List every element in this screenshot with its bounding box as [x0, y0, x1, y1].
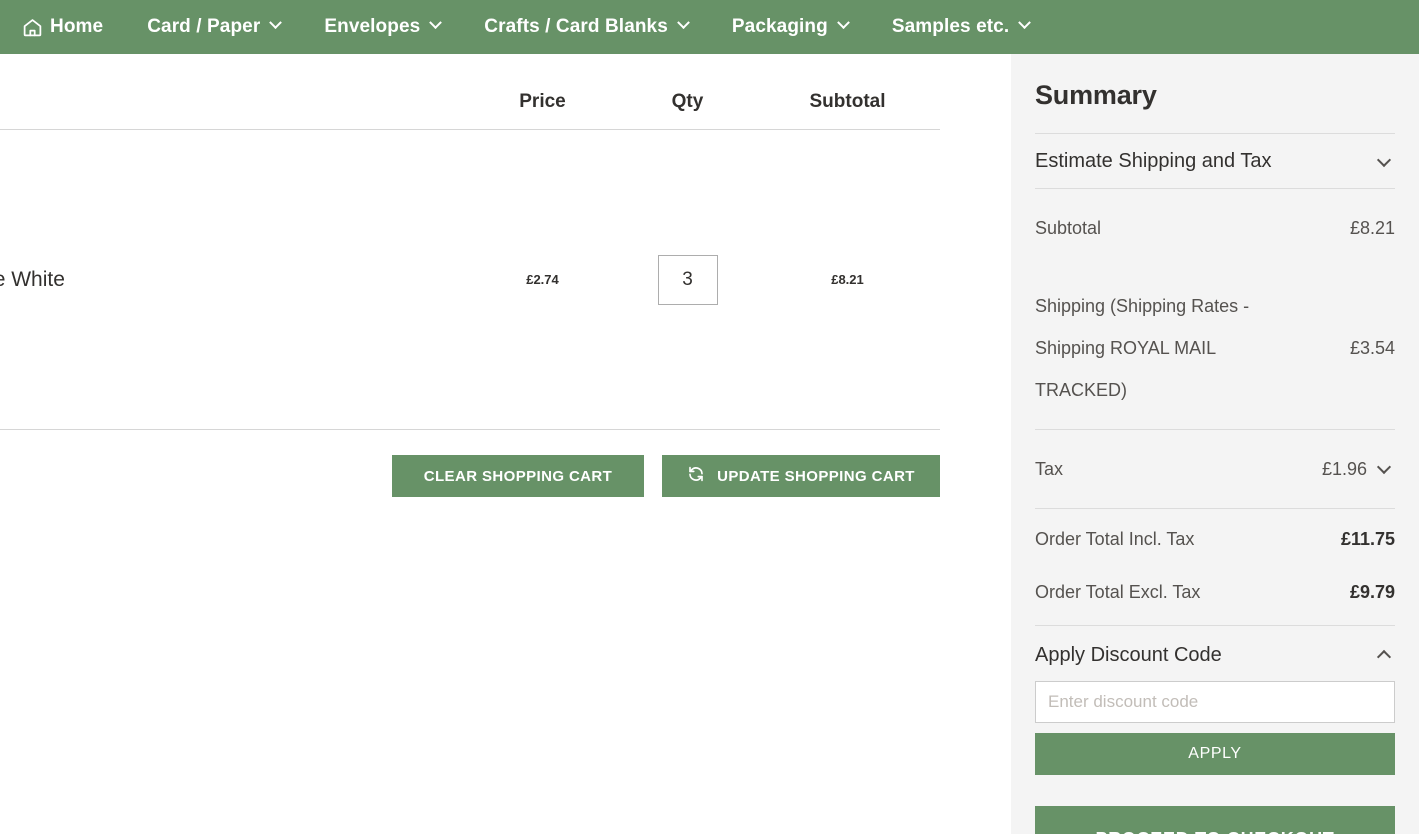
nav-item-crafts-card-blanks[interactable]: Crafts / Card Blanks — [462, 0, 710, 54]
product-subtotal: £8.21 — [831, 271, 864, 287]
summary-row-order-total-excl-tax: Order Total Excl. Tax £9.79 — [1035, 570, 1395, 625]
summary-row-subtotal: Subtotal £8.21 — [1035, 189, 1395, 267]
update-cart-label: UPDATE SHOPPING CART — [717, 467, 915, 485]
apply-discount-button[interactable]: APPLY — [1035, 733, 1395, 775]
nav-label-home: Home — [50, 16, 104, 37]
apply-discount-code-toggle[interactable]: Apply Discount Code — [1035, 625, 1395, 681]
cart-table-header: Price Qty Subtotal — [0, 54, 940, 130]
checkout-button-label: PROCEED TO CHECKOUT — [1096, 829, 1335, 834]
column-header-item — [0, 113, 465, 129]
product-price: £2.74 — [526, 271, 559, 287]
proceed-to-checkout-button[interactable]: PROCEED TO CHECKOUT — [1035, 806, 1395, 834]
order-summary-panel: Summary Estimate Shipping and Tax Subtot… — [1011, 54, 1419, 834]
nav-label-packaging: Packaging — [731, 16, 828, 37]
summary-row-order-total-incl-tax: Order Total Incl. Tax £11.75 — [1035, 508, 1395, 570]
summary-row-shipping: Shipping (Shipping Rates - Shipping ROYA… — [1035, 267, 1395, 429]
chevron-down-icon — [429, 16, 443, 30]
nav-label-samples: Samples etc. — [891, 16, 1010, 37]
order-total-excl-tax-value: £9.79 — [1349, 582, 1395, 602]
tax-value: £1.96 — [1321, 458, 1367, 479]
nav-item-home[interactable]: Home — [14, 0, 125, 54]
tax-value-group: £1.96 — [1322, 459, 1395, 480]
discount-code-input[interactable] — [1035, 681, 1395, 723]
nav-item-samples[interactable]: Samples etc. — [870, 0, 1051, 54]
chevron-down-icon — [269, 16, 283, 30]
nav-label-crafts-card-blanks: Crafts / Card Blanks — [484, 16, 668, 37]
nav-item-envelopes[interactable]: Envelopes — [302, 0, 462, 54]
order-total-incl-tax-value: £11.75 — [1340, 529, 1395, 549]
update-shopping-cart-button[interactable]: UPDATE SHOPPING CART — [662, 455, 940, 497]
table-row: elope White £2.74 £8.21 — [0, 130, 940, 430]
nav-item-card-paper[interactable]: Card / Paper — [125, 0, 302, 54]
chevron-up-icon — [1376, 649, 1392, 665]
main-navigation: Home Card / Paper Envelopes Crafts / Car… — [0, 0, 1419, 54]
page-body: Price Qty Subtotal elope White £2.74 £8.… — [0, 54, 1419, 834]
tax-label: Tax — [1035, 459, 1064, 479]
order-total-incl-tax-label: Order Total Incl. Tax — [1035, 529, 1195, 549]
shipping-label: Shipping (Shipping Rates - Shipping ROYA… — [1035, 296, 1250, 400]
order-total-excl-tax-label: Order Total Excl. Tax — [1035, 582, 1201, 602]
cart-item-subtotal-cell: £8.21 — [755, 271, 940, 289]
chevron-down-icon[interactable] — [1376, 459, 1392, 475]
subtotal-value: £8.21 — [1349, 217, 1395, 238]
chevron-down-icon — [1376, 152, 1392, 167]
chevron-down-icon — [836, 16, 850, 30]
column-header-price: Price — [519, 91, 566, 112]
chevron-down-icon — [1018, 16, 1032, 30]
shopping-cart-section: Price Qty Subtotal elope White £2.74 £8.… — [0, 54, 1011, 834]
apply-discount-code-label: Apply Discount Code — [1035, 644, 1222, 666]
nav-label-card-paper: Card / Paper — [147, 16, 261, 37]
apply-button-label: APPLY — [1188, 745, 1242, 762]
estimate-shipping-tax-toggle[interactable]: Estimate Shipping and Tax — [1035, 134, 1395, 188]
summary-title: Summary — [1035, 80, 1157, 110]
cart-item-price-cell: £2.74 — [465, 271, 620, 289]
quantity-input[interactable] — [657, 254, 718, 305]
estimate-shipping-tax-label: Estimate Shipping and Tax — [1035, 150, 1272, 172]
cart-action-buttons: CLEAR SHOPPING CART UPDATE SHOPPING CART — [0, 430, 940, 497]
nav-label-envelopes: Envelopes — [324, 16, 421, 37]
clear-shopping-cart-button[interactable]: CLEAR SHOPPING CART — [392, 455, 644, 497]
column-header-qty: Qty — [671, 91, 704, 112]
subtotal-label: Subtotal — [1035, 218, 1102, 238]
refresh-icon — [687, 465, 705, 487]
summary-row-tax[interactable]: Tax £1.96 — [1035, 429, 1395, 508]
nav-item-packaging[interactable]: Packaging — [710, 0, 870, 54]
cart-item-name-cell: elope White — [0, 268, 465, 292]
cart-items-table: Price Qty Subtotal elope White £2.74 £8.… — [0, 54, 940, 497]
clear-cart-label: CLEAR SHOPPING CART — [423, 467, 613, 485]
column-header-subtotal: Subtotal — [809, 91, 886, 112]
cart-item-qty-cell — [620, 254, 755, 305]
chevron-down-icon — [677, 16, 690, 30]
product-name[interactable]: elope White — [0, 268, 65, 291]
home-icon — [22, 17, 43, 38]
shipping-value: £3.54 — [1349, 337, 1395, 358]
